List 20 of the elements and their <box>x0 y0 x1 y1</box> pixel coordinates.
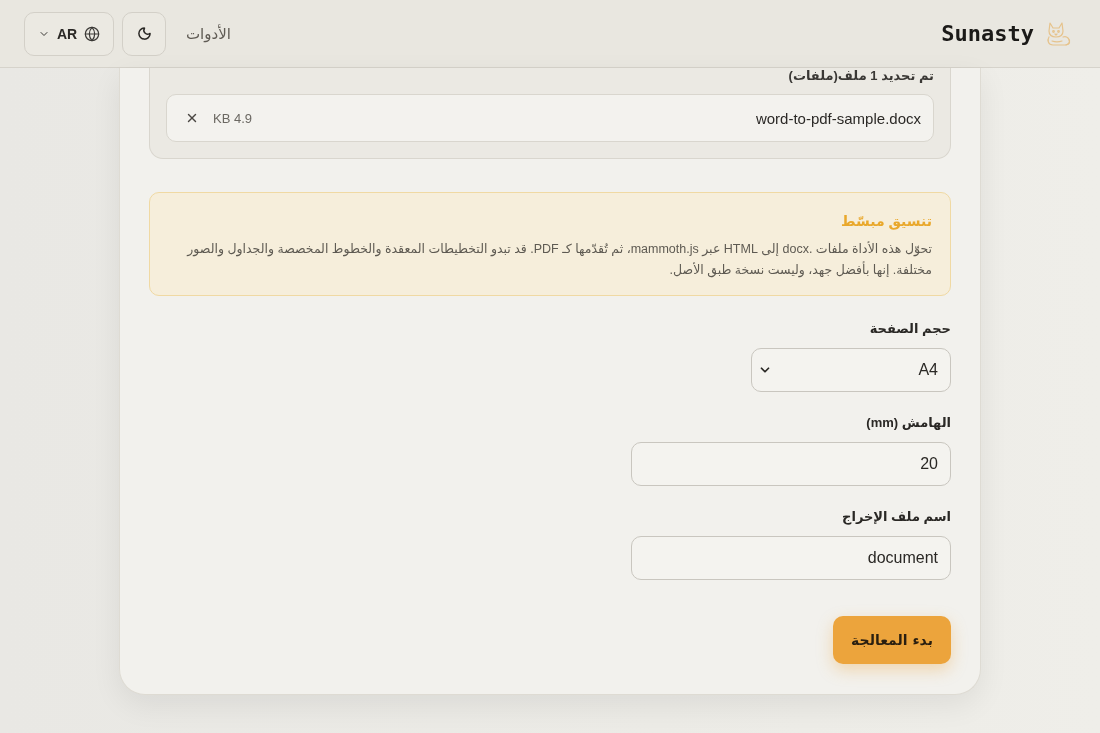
moon-icon <box>136 26 152 41</box>
text-input-field[interactable]: 20 <box>631 442 951 486</box>
notice-text: تحوّل هذه الأداة ملفات .docx إلى HTML عبر mammoth.js، ثم تُقدّمها كـ PDF. قد تبدو التخطيطات المعقدة والخطوط المخصصة والجداول والصور مختلفة. إنها بأفضل جهد، وليست نسخة طبق الأصل. <box>185 240 932 280</box>
page-size-select[interactable]: A4 <box>751 348 951 392</box>
selection-summary: تم تحديد 1 ملف(ملفات) <box>787 68 934 84</box>
globe-icon <box>84 25 101 42</box>
close-icon <box>185 111 199 125</box>
notice-title: تنسيق مبسّط <box>839 212 932 231</box>
file-name: word-to-pdf-sample.docx <box>755 109 921 127</box>
brand-name: Sunasty <box>941 21 1034 46</box>
tools-nav-link[interactable]: الأدوات <box>186 24 231 43</box>
field-label: الهامش (mm) <box>866 414 951 432</box>
remove-file-button[interactable] <box>185 111 199 125</box>
start-processing-button[interactable]: بدء المعالجة <box>833 616 951 664</box>
theme-toggle-button[interactable] <box>122 11 166 56</box>
text-input-field[interactable]: document <box>631 536 951 580</box>
file-size: KB 4.9 <box>213 110 253 126</box>
language-button[interactable]: AR <box>24 11 114 56</box>
field-label: حجم الصفحة <box>869 320 951 338</box>
field-label: اسم ملف الإخراج <box>842 508 951 526</box>
